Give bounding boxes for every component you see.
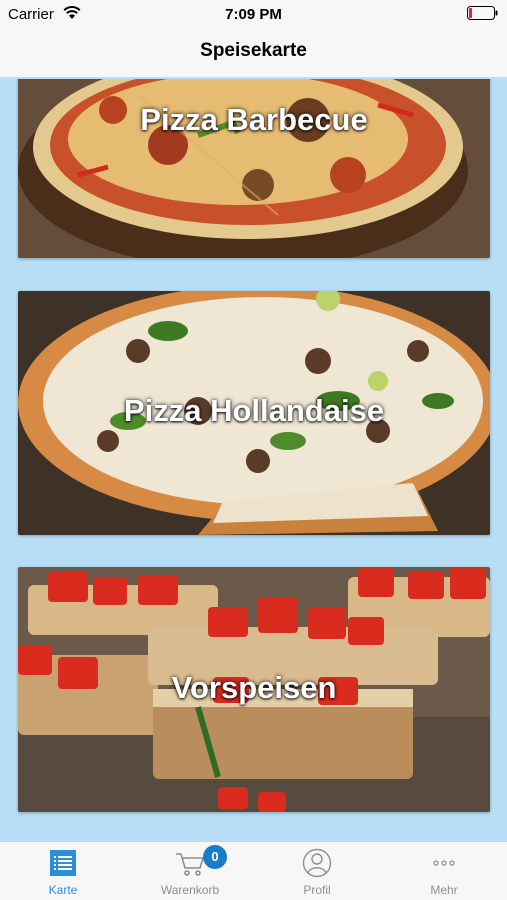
tab-karte[interactable]: Karte (0, 842, 126, 900)
menu-card-pizza-barbecue[interactable]: Pizza Barbecue (18, 79, 490, 258)
page-title: Speisekarte (200, 40, 307, 61)
tab-mehr[interactable]: Mehr (381, 842, 507, 900)
clock: 7:09 PM (225, 6, 282, 23)
tab-label: Karte (48, 883, 78, 897)
tab-warenkorb[interactable]: 0 Warenkorb (127, 842, 253, 900)
menu-card-vorspeisen[interactable]: Vorspeisen (18, 567, 490, 812)
menu-list[interactable]: Pizza Barbecue Pizza Hollandaise Vorspei… (0, 79, 507, 841)
tab-label: Profil (303, 883, 331, 897)
status-bar: Carrier 7:09 PM (0, 0, 507, 28)
menu-card-label: Pizza Barbecue (140, 102, 368, 137)
tab-profil[interactable]: Profil (254, 842, 380, 900)
cart-icon (176, 853, 205, 876)
navigation-bar: Speisekarte (0, 28, 507, 78)
profile-icon (302, 848, 332, 878)
tab-label: Warenkorb (160, 883, 220, 897)
cart-count-badge: 0 (203, 845, 227, 869)
tab-label: Mehr (430, 883, 458, 897)
list-icon (50, 850, 76, 876)
menu-card-pizza-hollandaise[interactable]: Pizza Hollandaise (18, 291, 490, 535)
more-icon (433, 860, 455, 866)
tab-bar: Karte 0 Warenkorb Profil Mehr (0, 841, 507, 900)
menu-card-label: Vorspeisen (171, 670, 337, 705)
battery-icon (467, 6, 498, 20)
menu-card-label: Pizza Hollandaise (123, 393, 385, 428)
